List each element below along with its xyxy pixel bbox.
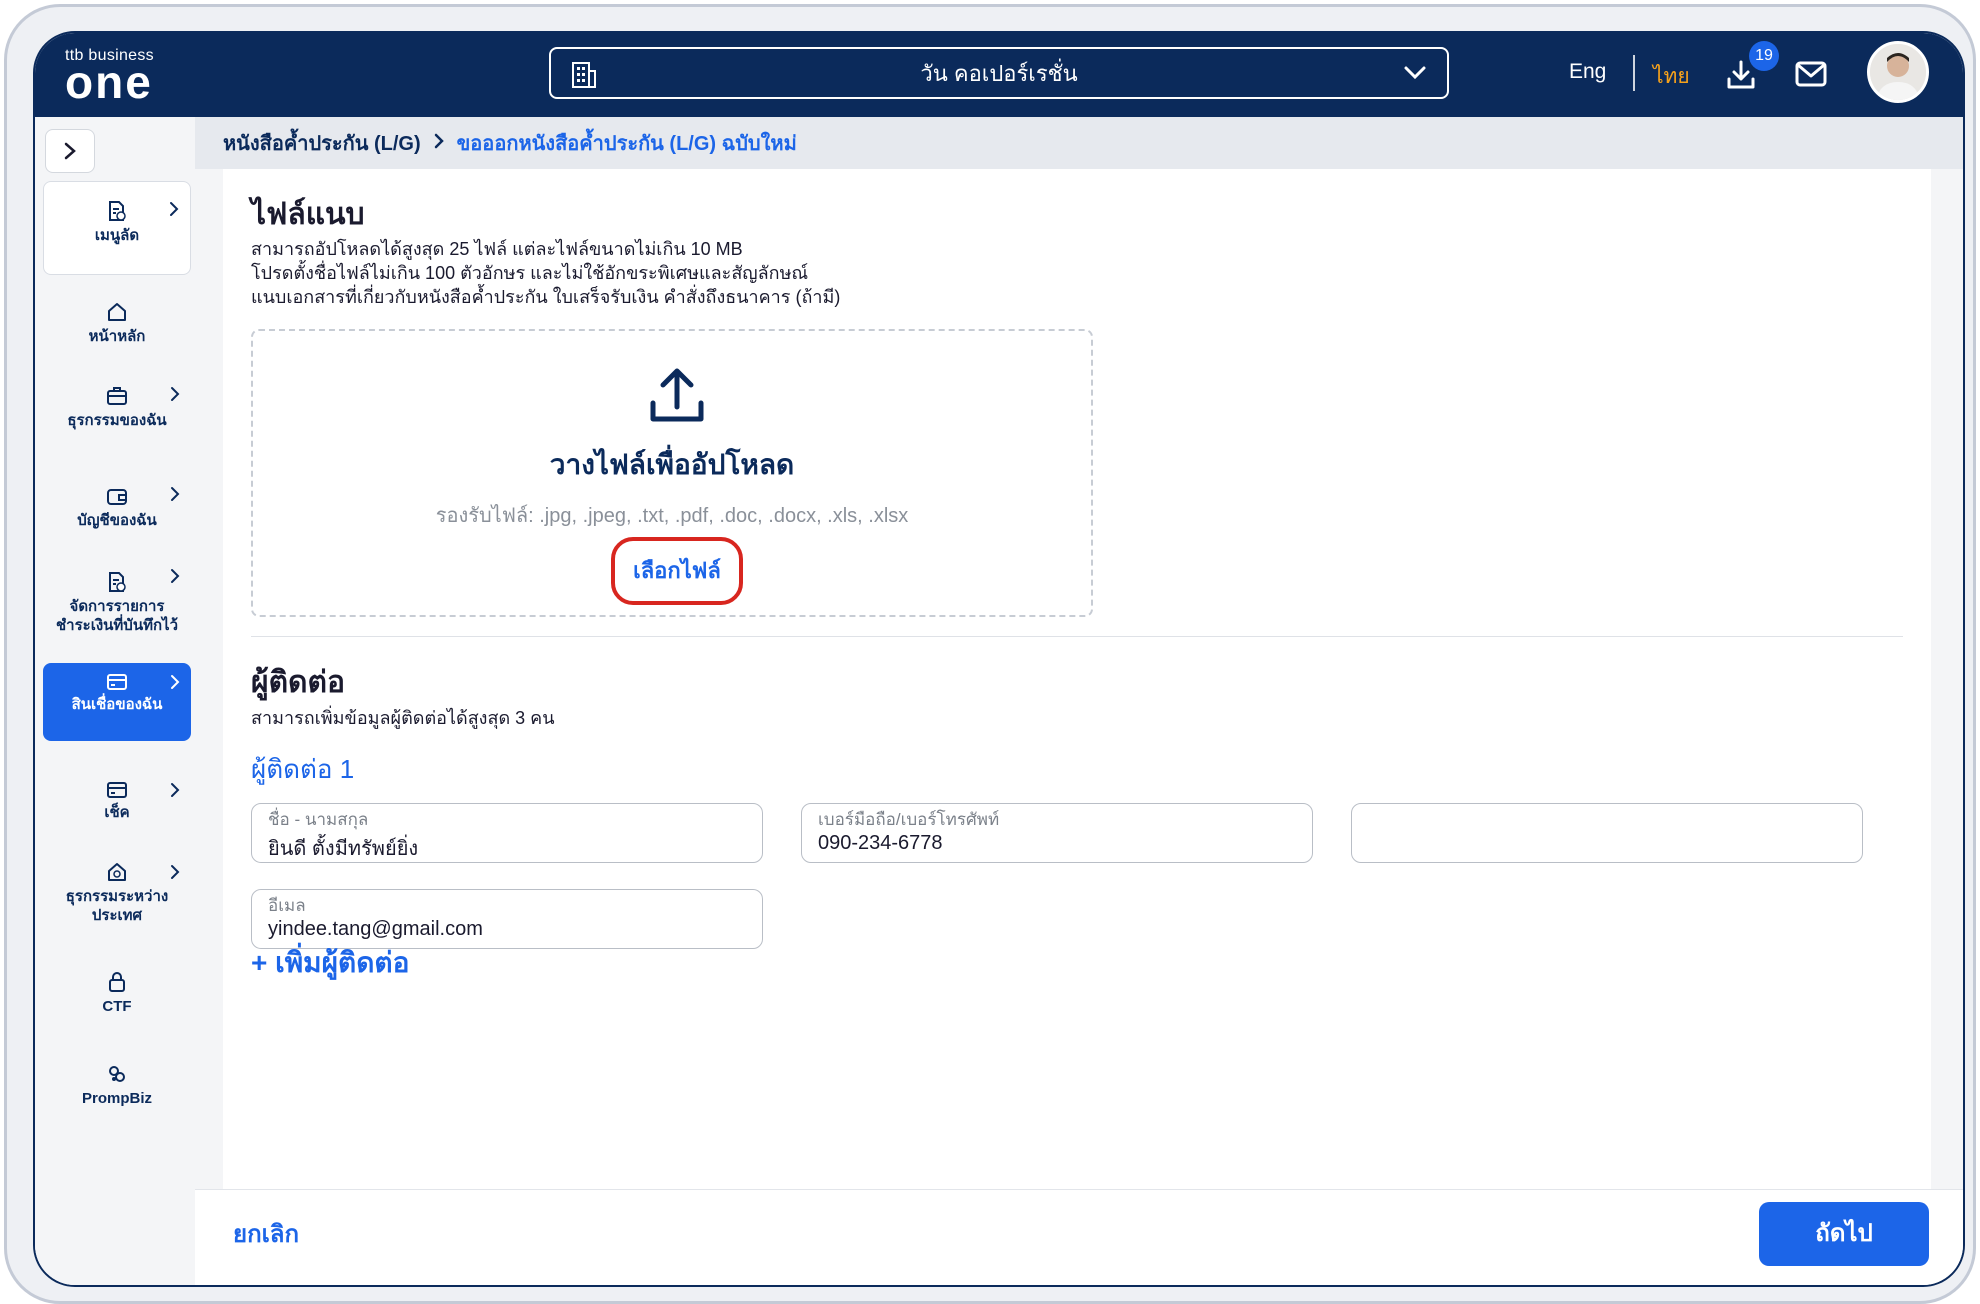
document-star-icon bbox=[109, 201, 126, 221]
document-edit-icon bbox=[109, 572, 126, 592]
next-button[interactable]: ถัดไป bbox=[1759, 1202, 1929, 1266]
attachments-desc-2: โปรดตั้งชื่อไฟล์ไม่เกิน 100 ตัวอักษร และ… bbox=[251, 263, 809, 283]
breadcrumb-level-2: ขอออกหนังสือค้ำประกัน (L/G) ฉบับใหม่ bbox=[456, 133, 797, 155]
sidebar-item-international[interactable]: ธุรกรรมระหว่างประเทศ bbox=[43, 845, 191, 935]
sidebar-item-label: บัญชีของฉัน bbox=[77, 512, 157, 529]
contact-name-field[interactable]: ชื่อ - นามสกุล ยินดี ตั้งมีทรัพย์ยิ่ง bbox=[251, 803, 763, 863]
dropzone-title: วางไฟล์เพื่ออัปโหลด bbox=[549, 449, 795, 480]
contact-phone-label: เบอร์มือถือ/เบอร์โทรศัพท์ bbox=[818, 810, 1000, 829]
footer-bar: ยกเลิก ถัดไป bbox=[195, 1189, 1963, 1285]
dropzone-formats: รองรับไฟล์: .jpg, .jpeg, .txt, .pdf, .do… bbox=[435, 505, 909, 527]
breadcrumb-level-1[interactable]: หนังสือค้ำประกัน (L/G) bbox=[223, 127, 421, 159]
prompbiz-icon bbox=[109, 1066, 125, 1082]
contacts-desc: สามารถเพิ่มข้อมูลผู้ติดต่อได้สูงสุด 3 คน bbox=[251, 708, 555, 728]
chevron-right-icon bbox=[64, 142, 76, 160]
sidebar-item-label: หน้าหลัก bbox=[88, 328, 146, 345]
attachments-desc-1: สามารถอัปโหลดได้สูงสุด 25 ไฟล์ แต่ละไฟล์… bbox=[251, 239, 743, 259]
company-select[interactable]: วัน คอเปอร์เรชั่น bbox=[549, 47, 1449, 99]
contact-email-field[interactable]: อีเมล yindee.tang@gmail.com bbox=[251, 889, 763, 949]
chevron-right-icon bbox=[171, 487, 180, 501]
sidebar-item-home[interactable]: หน้าหลัก bbox=[43, 281, 191, 357]
sidebar-item-label: ธุรกรรมของฉัน bbox=[67, 412, 167, 429]
upload-icon bbox=[647, 365, 707, 432]
sidebar: เมนูลัด หน้าหลัก ธุรกรรมของฉัน บัญชีของฉ… bbox=[35, 117, 195, 1285]
sidebar-item-ctf[interactable]: CTF bbox=[43, 955, 191, 1025]
breadcrumb: หนังสือค้ำประกัน (L/G) ขอออกหนังสือค้ำปร… bbox=[195, 117, 1963, 169]
attachments-desc-3: แนบเอกสารที่เกี่ยวกับหนังสือค้ำประกัน ใบ… bbox=[251, 287, 841, 307]
contacts-title: ผู้ติดต่อ bbox=[251, 666, 346, 699]
company-name: วัน คอเปอร์เรชั่น bbox=[920, 60, 1078, 86]
chevron-down-icon bbox=[1403, 65, 1427, 86]
chevron-right-icon bbox=[171, 675, 180, 689]
attachments-title: ไฟล์แนบ bbox=[251, 198, 365, 231]
contact-1-label: ผู้ติดต่อ 1 bbox=[251, 754, 355, 784]
sidebar-item-shortcut[interactable]: เมนูลัด bbox=[43, 181, 191, 275]
contact-email-label: อีเมล bbox=[268, 896, 306, 915]
contact-name-label: ชื่อ - นามสกุล bbox=[268, 810, 369, 829]
file-dropzone[interactable]: วางไฟล์เพื่ออัปโหลด รองรับไฟล์: .jpg, .j… bbox=[251, 329, 1093, 617]
download-badge: 19 bbox=[1749, 41, 1779, 71]
chevron-right-icon bbox=[171, 783, 180, 797]
briefcase-icon bbox=[107, 387, 127, 405]
lang-eng-button[interactable]: Eng bbox=[1569, 60, 1606, 84]
sidebar-item-my-loans[interactable]: สินเชื่อของฉัน bbox=[43, 663, 191, 741]
contact-extra-field[interactable] bbox=[1351, 803, 1863, 863]
cheque-icon bbox=[107, 782, 127, 798]
device-frame: ttb business one วัน คอเปอร์เรชั่น Eng ไ… bbox=[4, 4, 1976, 1304]
sidebar-item-my-transactions[interactable]: ธุรกรรมของฉัน bbox=[43, 367, 191, 457]
brand-logo[interactable]: ttb business one bbox=[65, 47, 154, 108]
mail-icon[interactable] bbox=[1795, 61, 1827, 92]
chevron-right-icon bbox=[433, 132, 445, 155]
sidebar-item-label: จัดการรายการชำระเงินที่บันทึกไว้ bbox=[55, 598, 179, 634]
chevron-right-icon bbox=[170, 202, 179, 216]
sidebar-item-saved-payments[interactable]: จัดการรายการชำระเงินที่บันทึกไว้ bbox=[43, 549, 191, 657]
sidebar-item-label: สินเชื่อของฉัน bbox=[71, 696, 163, 713]
chevron-right-icon bbox=[171, 569, 180, 583]
app-screen: ttb business one วัน คอเปอร์เรชั่น Eng ไ… bbox=[33, 31, 1965, 1287]
home-icon bbox=[108, 303, 126, 321]
international-home-icon bbox=[108, 863, 126, 881]
main-content: ไฟล์แนบ สามารถอัปโหลดได้สูงสุด 25 ไฟล์ แ… bbox=[223, 169, 1931, 1189]
sidebar-item-label: ธุรกรรมระหว่างประเทศ bbox=[65, 888, 169, 924]
lang-divider bbox=[1633, 55, 1635, 91]
contact-email-value: yindee.tang@gmail.com bbox=[268, 918, 483, 940]
top-bar: ttb business one วัน คอเปอร์เรชั่น Eng ไ… bbox=[35, 33, 1963, 117]
chevron-right-icon bbox=[171, 865, 180, 879]
sidebar-item-my-accounts[interactable]: บัญชีของฉัน bbox=[43, 467, 191, 543]
chevron-right-icon bbox=[171, 387, 180, 401]
choose-file-button[interactable]: เลือกไฟล์ bbox=[611, 537, 743, 605]
sidebar-item-label: เช็ค bbox=[104, 804, 130, 821]
sidebar-item-cheque[interactable]: เช็ค bbox=[43, 763, 191, 833]
add-contact-button[interactable]: + เพิ่มผู้ติดต่อ bbox=[251, 941, 409, 985]
section-divider bbox=[251, 636, 1903, 637]
contact-phone-value: 090-234-6778 bbox=[818, 832, 943, 854]
sidebar-item-prompbiz[interactable]: PrompBiz bbox=[43, 1037, 191, 1115]
credit-card-icon bbox=[107, 674, 127, 690]
cancel-button[interactable]: ยกเลิก bbox=[233, 1214, 299, 1253]
sidebar-item-label: เมนูลัด bbox=[94, 227, 140, 244]
avatar[interactable] bbox=[1867, 41, 1929, 103]
brand-big: one bbox=[65, 56, 153, 108]
sidebar-item-label: CTF bbox=[102, 998, 132, 1015]
contact-name-value: ยินดี ตั้งมีทรัพย์ยิ่ง bbox=[268, 838, 419, 860]
contact-phone-field[interactable]: เบอร์มือถือ/เบอร์โทรศัพท์ 090-234-6778 bbox=[801, 803, 1313, 863]
lock-icon bbox=[109, 972, 125, 992]
building-icon bbox=[571, 61, 597, 94]
sidebar-item-label: PrompBiz bbox=[81, 1090, 152, 1107]
lang-thai-button[interactable]: ไทย bbox=[1653, 60, 1690, 93]
wallet-icon bbox=[107, 489, 127, 505]
sidebar-toggle-button[interactable] bbox=[45, 129, 95, 173]
